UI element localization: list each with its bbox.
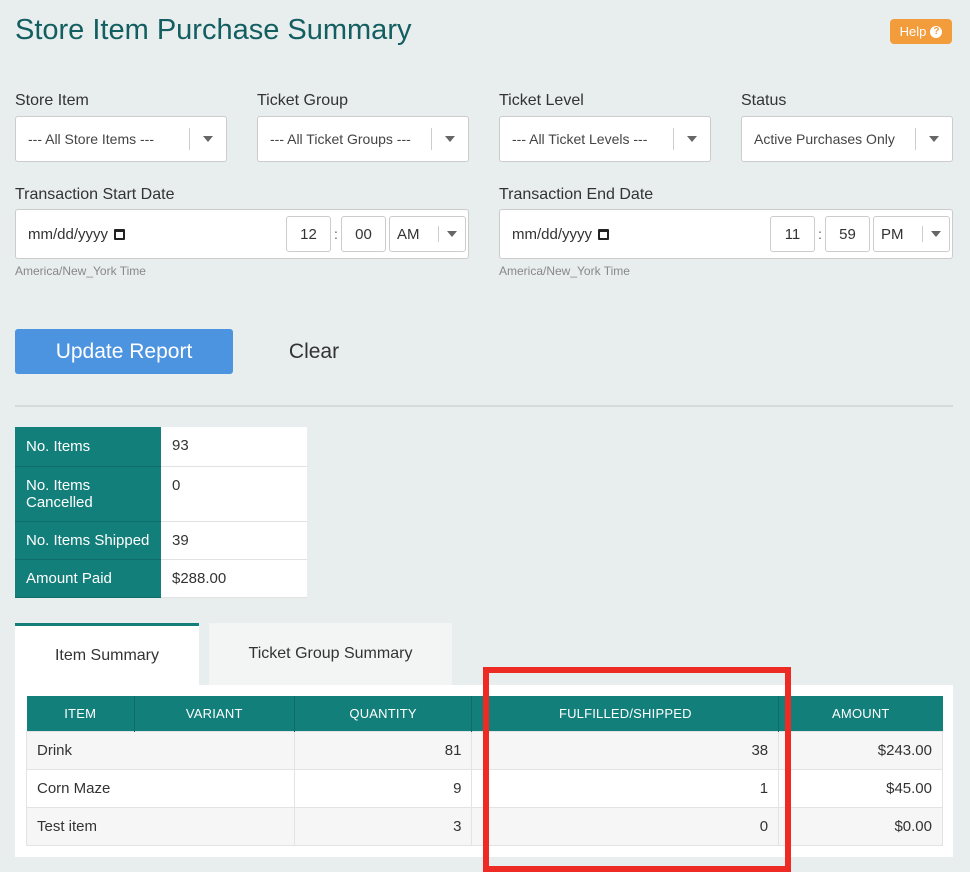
cell-fulfilled: 38 (471, 730, 780, 770)
cell-item: Test item (26, 806, 295, 846)
chevron-down-icon (916, 136, 952, 142)
end-minute-input[interactable]: 59 (825, 216, 870, 252)
column-header-variant[interactable]: VARIANT (134, 696, 295, 731)
column-header-amount[interactable]: AMOUNT (778, 696, 943, 731)
start-ampm-value: AM (397, 225, 420, 243)
stat-label: Amount Paid (15, 559, 161, 598)
status-label: Status (741, 92, 787, 109)
stat-value: $288.00 (161, 559, 307, 598)
store-item-label: Store Item (15, 92, 89, 109)
end-ampm-select[interactable]: PM (873, 216, 950, 252)
status-value: Active Purchases Only (754, 131, 895, 147)
stat-row: No. Items Cancelled 0 (15, 466, 307, 522)
start-timezone: America/New_York Time (15, 264, 146, 278)
calendar-icon[interactable] (114, 229, 126, 240)
section-divider (15, 405, 953, 407)
status-select[interactable]: Active Purchases Only (741, 116, 953, 162)
stat-label: No. Items Shipped (15, 521, 161, 560)
help-button[interactable]: Help ? (890, 19, 952, 44)
page-title: Store Item Purchase Summary (15, 14, 412, 46)
cell-fulfilled: 0 (471, 806, 780, 846)
stat-value: 0 (161, 466, 307, 522)
calendar-icon[interactable] (598, 229, 610, 240)
column-header-item[interactable]: ITEM (26, 696, 135, 731)
cell-quantity: 3 (293, 806, 473, 846)
start-minute-input[interactable]: 00 (341, 216, 386, 252)
table-row: Corn Maze 9 1 $45.00 (26, 768, 943, 808)
start-date-input[interactable]: mm/dd/yyyy (28, 226, 126, 243)
stat-row: No. Items 93 (15, 427, 307, 467)
ticket-group-value: --- All Ticket Groups --- (270, 131, 411, 147)
ticket-group-label: Ticket Group (257, 92, 348, 109)
cell-fulfilled: 1 (471, 768, 780, 808)
end-ampm-value: PM (881, 225, 904, 243)
end-date-label: Transaction End Date (499, 186, 654, 203)
stat-value: 39 (161, 521, 307, 560)
tab-ticket-group-summary[interactable]: Ticket Group Summary (209, 623, 452, 685)
ticket-group-select[interactable]: --- All Ticket Groups --- (257, 116, 469, 162)
column-header-quantity[interactable]: QUANTITY (294, 696, 473, 731)
end-timezone: America/New_York Time (499, 264, 630, 278)
ticket-level-value: --- All Ticket Levels --- (512, 131, 648, 147)
table-row: Drink 81 38 $243.00 (26, 730, 943, 770)
cell-quantity: 9 (293, 768, 473, 808)
start-hour-input[interactable]: 12 (286, 216, 331, 252)
cell-item: Drink (26, 730, 295, 770)
chevron-down-icon (674, 136, 710, 142)
stat-label: No. Items Cancelled (15, 466, 161, 522)
item-summary-table: ITEM VARIANT QUANTITY FULFILLED/SHIPPED … (26, 696, 943, 846)
tab-item-summary[interactable]: Item Summary (15, 623, 199, 685)
stat-row: No. Items Shipped 39 (15, 521, 307, 560)
help-label: Help (899, 24, 927, 39)
time-colon: : (334, 226, 338, 242)
start-date-placeholder: mm/dd/yyyy (28, 226, 109, 243)
time-colon: : (818, 226, 822, 242)
end-hour-input[interactable]: 11 (770, 216, 815, 252)
cell-quantity: 81 (293, 730, 473, 770)
store-item-select[interactable]: --- All Store Items --- (15, 116, 227, 162)
cell-amount: $45.00 (778, 768, 943, 808)
update-report-button[interactable]: Update Report (15, 329, 233, 374)
stat-label: No. Items (15, 427, 161, 467)
chevron-down-icon (432, 136, 468, 142)
chevron-down-icon (439, 231, 465, 237)
chevron-down-icon (190, 136, 226, 142)
start-date-group: mm/dd/yyyy 12 : 00 AM (15, 209, 469, 259)
column-header-fulfilled-shipped[interactable]: FULFILLED/SHIPPED (471, 696, 780, 731)
clear-button[interactable]: Clear (262, 329, 366, 374)
start-date-label: Transaction Start Date (15, 186, 175, 203)
end-date-input[interactable]: mm/dd/yyyy (512, 226, 610, 243)
cell-amount: $0.00 (778, 806, 943, 846)
summary-stats-table: No. Items 93 No. Items Cancelled 0 No. I… (15, 427, 307, 598)
ticket-level-select[interactable]: --- All Ticket Levels --- (499, 116, 711, 162)
table-header-row: ITEM VARIANT QUANTITY FULFILLED/SHIPPED … (26, 696, 943, 731)
store-item-value: --- All Store Items --- (28, 131, 155, 147)
stat-value: 93 (161, 427, 307, 467)
table-row: Test item 3 0 $0.00 (26, 806, 943, 846)
end-date-group: mm/dd/yyyy 11 : 59 PM (499, 209, 953, 259)
chevron-down-icon (923, 231, 949, 237)
cell-amount: $243.00 (778, 730, 943, 770)
end-date-placeholder: mm/dd/yyyy (512, 226, 593, 243)
ticket-level-label: Ticket Level (499, 92, 584, 109)
question-icon: ? (930, 25, 943, 38)
stat-row: Amount Paid $288.00 (15, 559, 307, 598)
cell-item: Corn Maze (26, 768, 295, 808)
start-ampm-select[interactable]: AM (389, 216, 466, 252)
